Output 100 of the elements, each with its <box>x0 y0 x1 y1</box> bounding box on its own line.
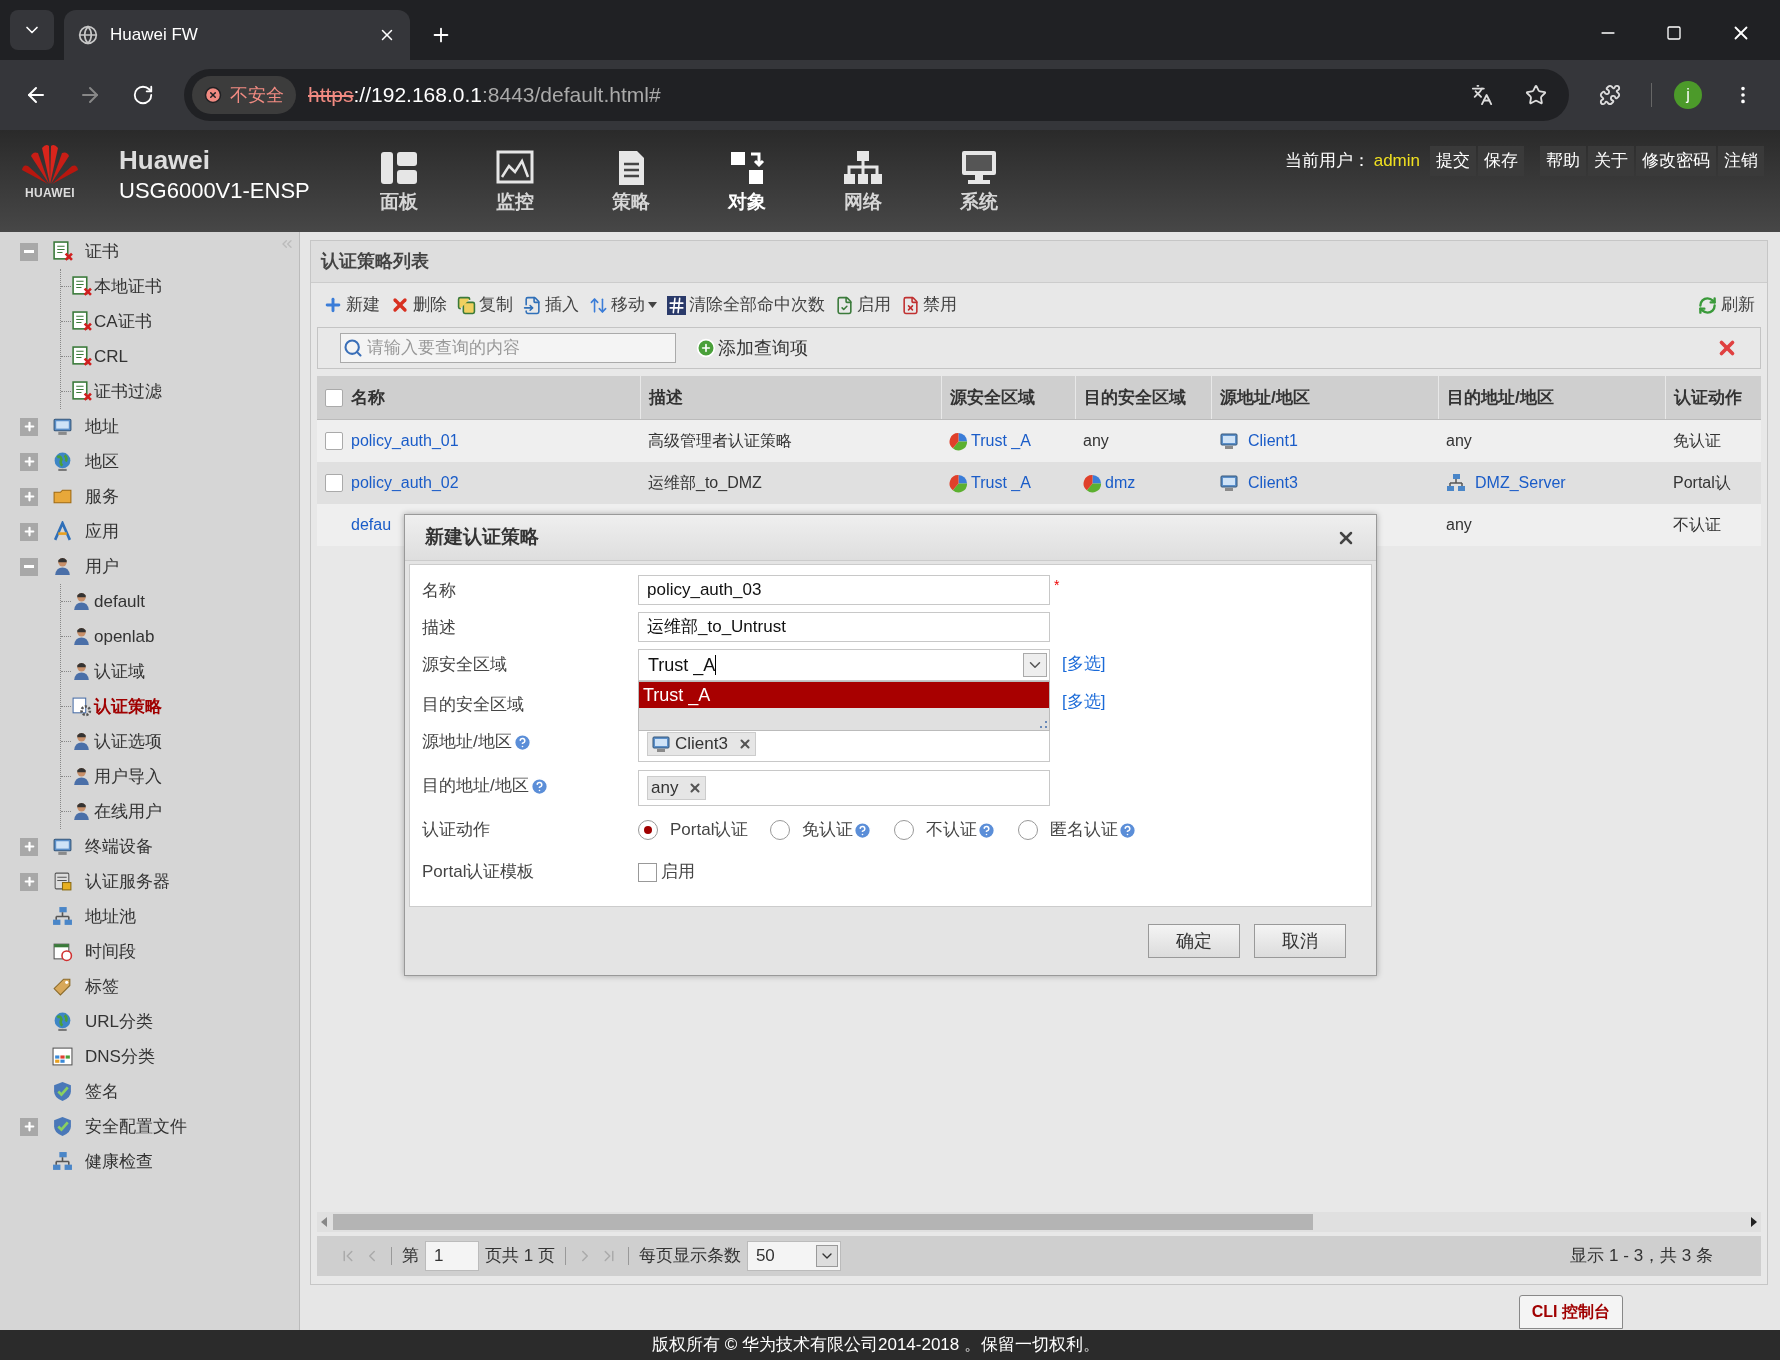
remove-icon[interactable] <box>737 737 752 751</box>
scroll-left-icon[interactable] <box>321 1217 327 1227</box>
scroll-right-icon[interactable] <box>1751 1217 1757 1227</box>
remove-icon[interactable] <box>688 781 703 795</box>
nav-tab[interactable]: 对象 <box>709 150 785 217</box>
table-link[interactable]: defau <box>351 513 392 537</box>
tree-item[interactable]: 标签 <box>85 973 119 1000</box>
horizontal-scrollbar[interactable] <box>317 1212 1761 1232</box>
tree-item[interactable]: default <box>94 591 146 611</box>
table-link[interactable]: Trust _A <box>971 471 1031 495</box>
checkbox[interactable] <box>638 862 657 882</box>
translate-icon[interactable] <box>1471 84 1493 106</box>
column-header[interactable]: 源地址/地区 <box>1220 384 1310 411</box>
expand-toggle[interactable] <box>20 522 38 541</box>
tree-item[interactable]: 认证域 <box>94 661 145 681</box>
star-icon[interactable] <box>1525 84 1547 106</box>
toolbar-button[interactable]: 启用 <box>835 292 891 318</box>
column-header[interactable]: 名称 <box>351 384 385 411</box>
toolbar-button[interactable]: 新建 <box>323 292 380 318</box>
help-icon[interactable] <box>853 820 873 840</box>
tree-item[interactable]: 用户 <box>85 553 119 580</box>
toolbar-button[interactable]: 清除全部命中次数 <box>667 292 825 318</box>
checkbox[interactable] <box>325 432 343 450</box>
toolbar-button[interactable]: 删除 <box>390 292 447 318</box>
nav-tab[interactable]: 系统 <box>941 150 1017 217</box>
cli-console-button[interactable]: CLI 控制台 <box>1518 1295 1623 1329</box>
header-link[interactable]: 修改密码 <box>1636 146 1716 176</box>
header-link[interactable]: 关于 <box>1588 146 1634 176</box>
extensions-icon[interactable] <box>1599 84 1621 106</box>
tag-field[interactable]: any <box>638 770 1050 806</box>
tree-item[interactable]: 服务 <box>85 483 119 510</box>
tree-item[interactable]: 认证策略 <box>94 696 162 716</box>
tree-item[interactable]: 地址 <box>85 413 119 440</box>
checkbox[interactable] <box>325 388 343 407</box>
tree-item[interactable]: 终端设备 <box>85 833 153 860</box>
column-header[interactable]: 目的地址/地区 <box>1447 384 1554 411</box>
header-link[interactable]: 保存 <box>1478 146 1524 176</box>
reload-icon[interactable] <box>132 84 154 106</box>
refresh-button[interactable]: 刷新 <box>1698 292 1755 318</box>
toolbar-button[interactable]: 插入 <box>523 292 579 318</box>
expand-toggle[interactable] <box>20 837 38 856</box>
toolbar-button[interactable]: 复制 <box>457 292 513 318</box>
page-size-select[interactable]: 50 <box>746 1241 841 1271</box>
table-link[interactable]: Trust _A <box>971 429 1031 453</box>
column-header[interactable]: 认证动作 <box>1674 384 1742 411</box>
tree-item[interactable]: CRL <box>94 346 128 366</box>
expand-toggle[interactable] <box>20 872 38 891</box>
tree-item[interactable]: 用户导入 <box>94 766 162 786</box>
multi-select-link[interactable]: [多选] <box>1062 689 1106 715</box>
nav-tab[interactable]: 策略 <box>593 150 669 217</box>
table-link[interactable]: Client1 <box>1248 429 1298 453</box>
tree-item[interactable]: 地址池 <box>85 903 136 930</box>
tree-item[interactable]: 在线用户 <box>94 801 162 821</box>
dropdown-button[interactable] <box>1023 653 1047 677</box>
tree-item[interactable]: 健康检查 <box>85 1148 153 1175</box>
column-header[interactable]: 描述 <box>649 384 683 411</box>
radio-button[interactable] <box>638 820 658 840</box>
collapse-toggle[interactable] <box>20 557 38 576</box>
help-icon[interactable] <box>512 732 532 752</box>
tree-item[interactable]: 时间段 <box>85 938 136 965</box>
nav-tab[interactable]: 监控 <box>477 150 553 217</box>
page-field[interactable]: 1 <box>425 1241 479 1271</box>
multi-select-link[interactable]: [多选] <box>1062 651 1106 677</box>
collapse-toggle[interactable] <box>20 242 38 261</box>
tree-item[interactable]: openlab <box>94 626 155 646</box>
header-link[interactable]: 帮助 <box>1540 146 1586 176</box>
combo-field[interactable]: Trust _A <box>638 649 1050 681</box>
tree-item[interactable]: 本地证书 <box>94 276 162 296</box>
header-link[interactable]: 提交 <box>1430 146 1476 176</box>
tree-item[interactable]: 认证服务器 <box>85 868 170 895</box>
help-icon[interactable] <box>1118 820 1138 840</box>
radio-button[interactable] <box>894 820 915 840</box>
table-link[interactable]: Client3 <box>1248 471 1298 495</box>
radio-button[interactable] <box>1018 820 1039 840</box>
tree-item[interactable]: 安全配置文件 <box>85 1113 187 1140</box>
table-link[interactable]: dmz <box>1105 471 1136 495</box>
browser-tab[interactable]: Huawei FW <box>64 10 410 60</box>
toolbar-button[interactable]: 移动 <box>589 292 657 318</box>
tree-item[interactable]: 签名 <box>85 1078 119 1105</box>
help-icon[interactable] <box>529 776 549 796</box>
dropdown-option[interactable]: Trust _A <box>639 682 1049 708</box>
table-link[interactable]: policy_auth_01 <box>351 429 459 453</box>
tree-item[interactable]: DNS分类 <box>85 1043 155 1070</box>
nav-tab[interactable]: 面板 <box>361 150 437 217</box>
tab-list-button[interactable] <box>10 10 54 50</box>
tree-item[interactable]: 认证选项 <box>94 731 162 751</box>
expand-toggle[interactable] <box>20 452 38 471</box>
maximize-icon[interactable] <box>1666 25 1682 41</box>
table-link[interactable]: policy_auth_02 <box>351 471 459 495</box>
dialog-button[interactable]: 确定 <box>1148 924 1240 958</box>
column-header[interactable]: 源安全区域 <box>950 384 1035 411</box>
expand-toggle[interactable] <box>20 417 38 436</box>
add-query-button[interactable]: 添加查询项 <box>696 334 808 362</box>
help-icon[interactable] <box>977 820 997 840</box>
text-field[interactable]: 运维部_to_Untrust <box>638 612 1050 642</box>
column-header[interactable]: 目的安全区域 <box>1084 384 1186 411</box>
tree-item[interactable]: 地区 <box>85 448 119 475</box>
text-field[interactable]: policy_auth_03 <box>638 575 1050 605</box>
tree-item[interactable]: 应用 <box>85 518 119 545</box>
radio-button[interactable] <box>770 820 791 840</box>
